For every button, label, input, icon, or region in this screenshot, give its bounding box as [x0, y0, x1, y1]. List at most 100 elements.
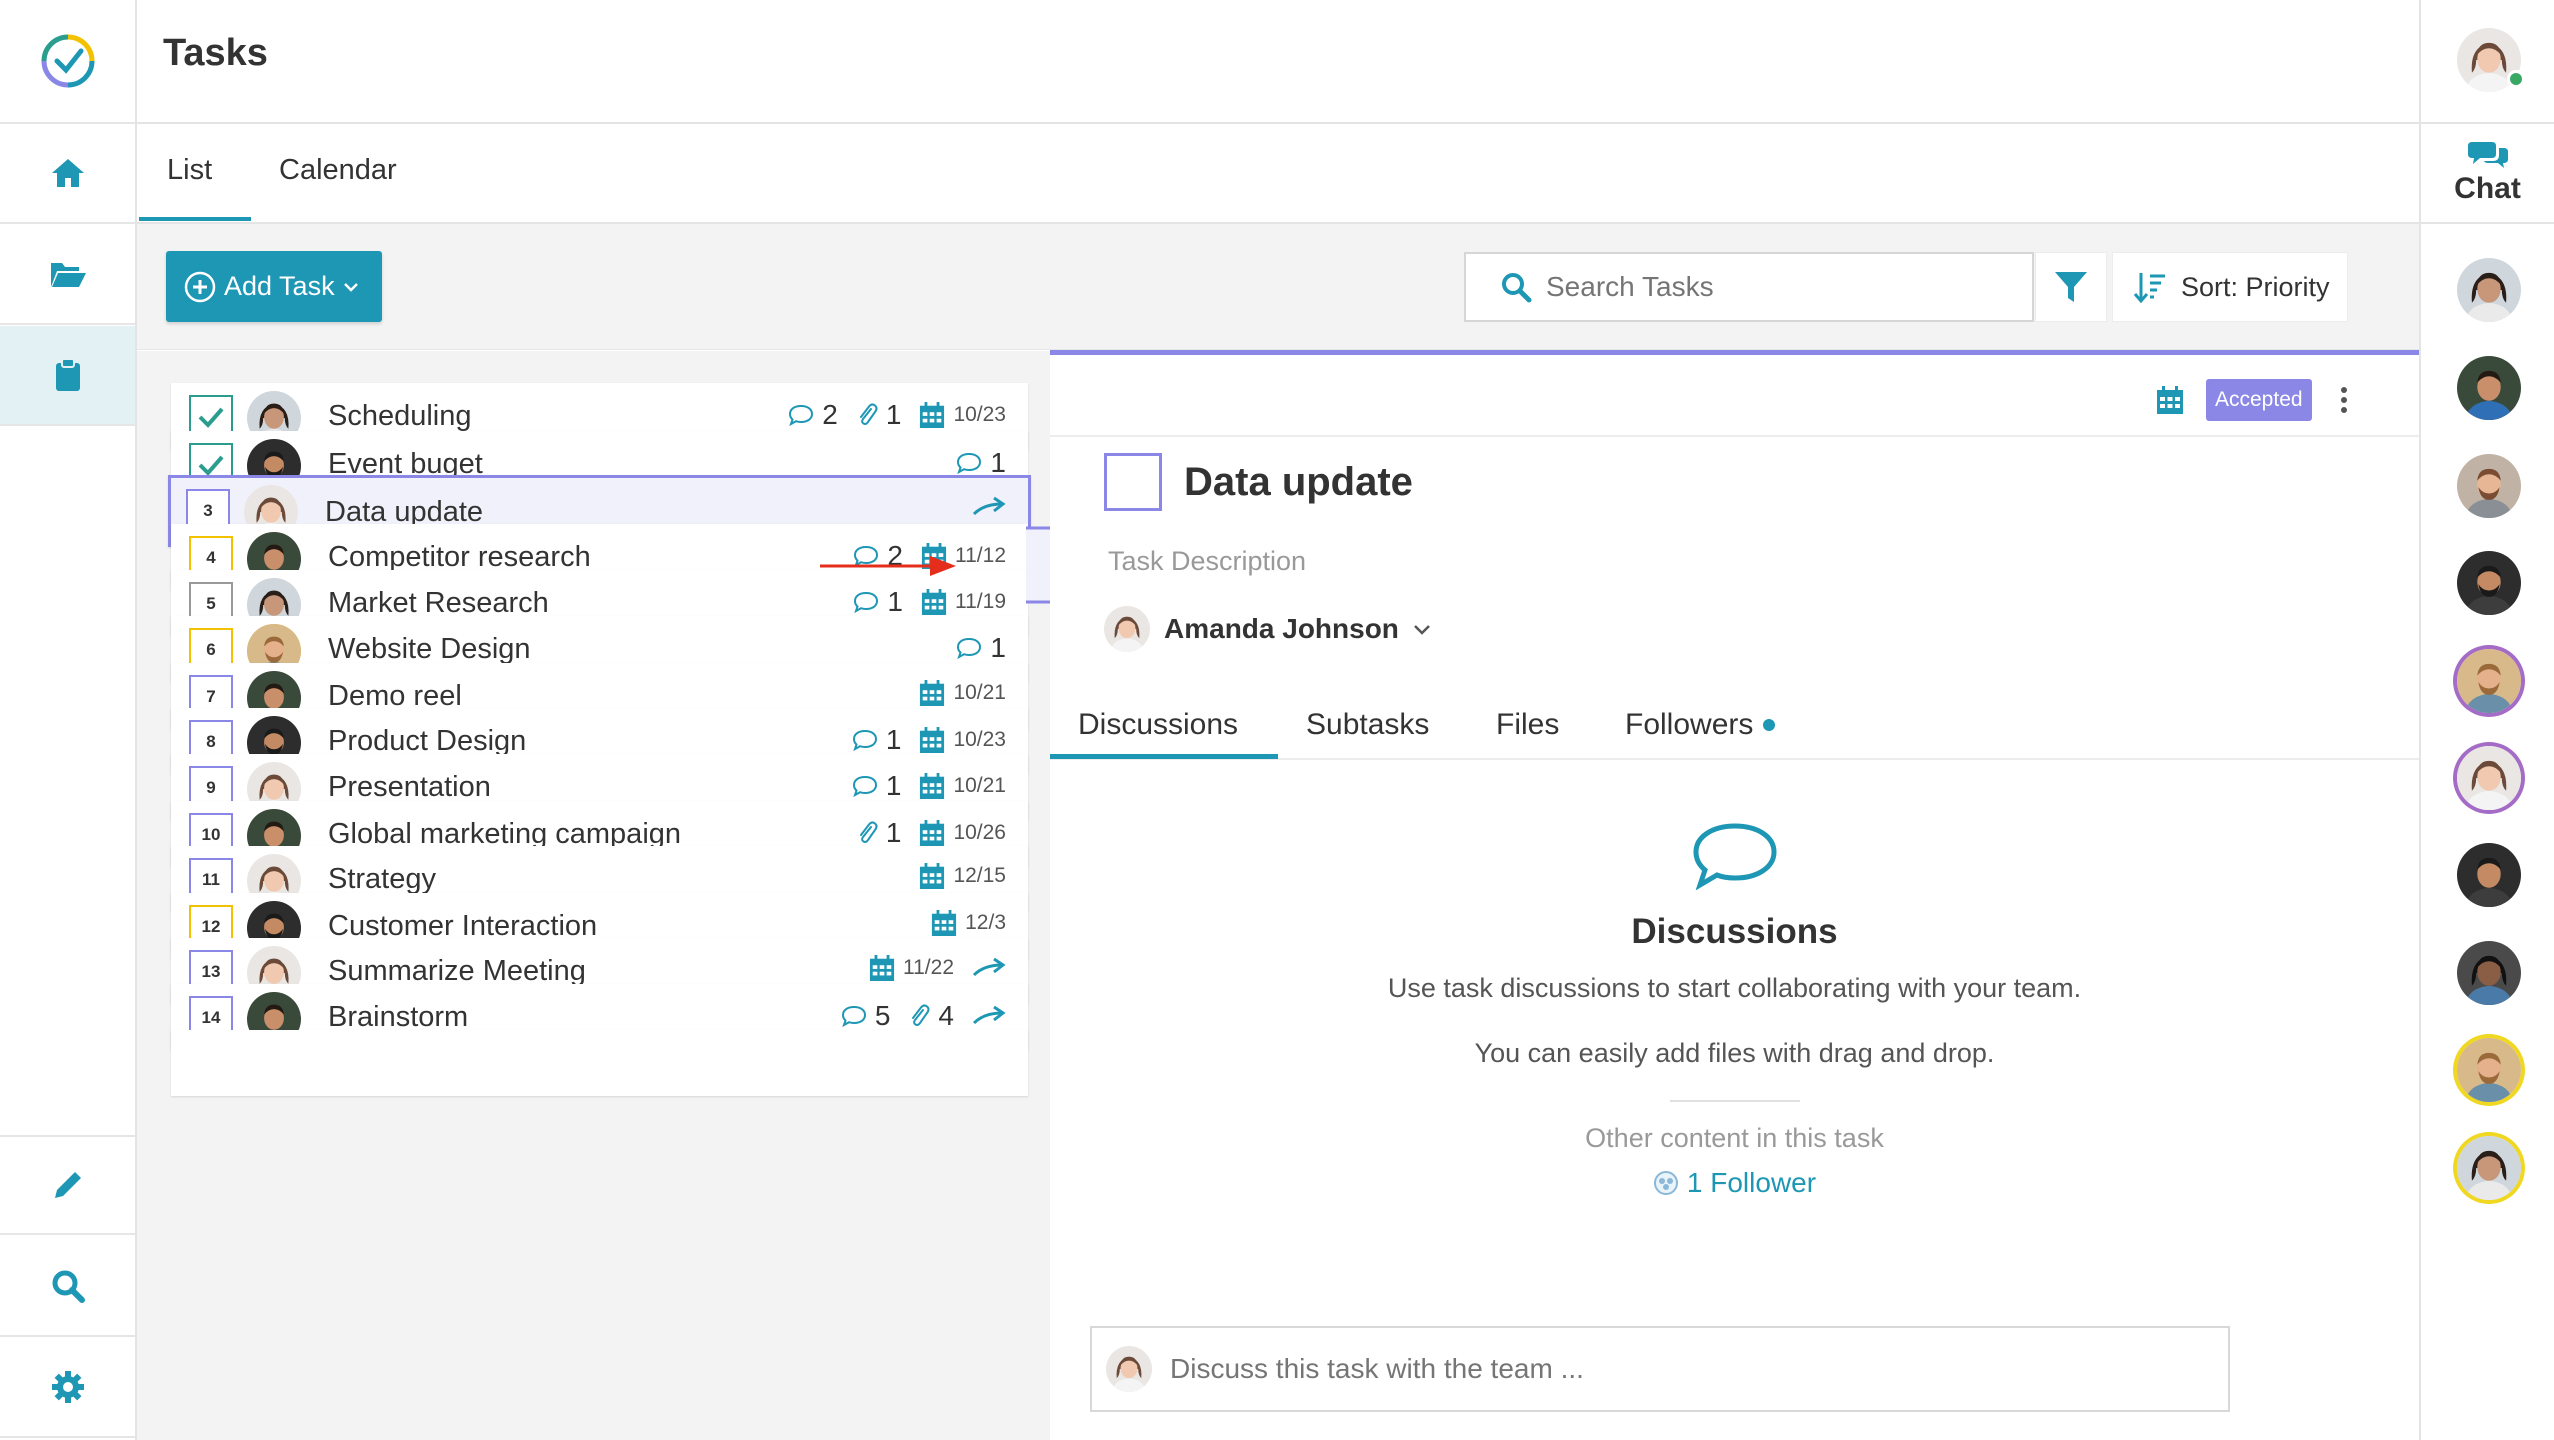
tab-calendar[interactable]: Calendar [279, 154, 397, 187]
task-priority-number: 9 [206, 778, 216, 797]
clipboard-icon [55, 358, 80, 391]
attachment-count[interactable]: 4 [908, 1000, 954, 1032]
nav-projects[interactable] [0, 225, 135, 325]
team-member-avatar[interactable] [2457, 551, 2521, 615]
tab-followers[interactable]: Followers [1625, 708, 1776, 742]
task-complete-checkbox[interactable] [1104, 453, 1162, 511]
task-priority-number: 5 [206, 594, 216, 613]
sort-icon [2133, 273, 2165, 304]
chat-label: Chat [2454, 172, 2521, 205]
comment-count-value: 1 [990, 632, 1006, 663]
tab-followers-label: Followers [1625, 708, 1754, 741]
status-badge[interactable]: Accepted [2206, 379, 2312, 421]
search-input[interactable] [1546, 271, 2006, 303]
app-logo[interactable] [0, 0, 135, 124]
open-task-button[interactable] [972, 496, 1006, 518]
due-date[interactable]: 10/21 [919, 679, 1006, 707]
due-date[interactable]: 10/21 [919, 772, 1006, 800]
chat-button[interactable]: Chat [2421, 124, 2554, 224]
nav-tasks[interactable] [0, 326, 135, 426]
team-member-avatar[interactable] [2457, 1136, 2521, 1200]
assignee-selector[interactable]: Amanda Johnson [1104, 606, 1431, 652]
task-title[interactable]: Data update [1184, 460, 1413, 505]
open-task-button[interactable] [972, 1005, 1006, 1027]
attachment-count-value: 4 [938, 1000, 954, 1031]
comment-count[interactable]: 5 [841, 1000, 890, 1032]
search-icon [52, 1270, 85, 1303]
calendar-icon [921, 589, 947, 615]
sort-button[interactable]: Sort: Priority [2112, 252, 2348, 322]
team-member-avatar[interactable] [2457, 356, 2521, 420]
due-date[interactable]: 10/23 [919, 401, 1006, 429]
open-task-button[interactable] [972, 957, 1006, 979]
tab-files[interactable]: Files [1496, 708, 1559, 742]
comment-count-value: 2 [822, 399, 838, 430]
comment-count[interactable]: 1 [956, 632, 1006, 664]
due-date[interactable]: 12/15 [919, 862, 1006, 890]
task-list: Scheduling 2 1 10/23 Event buget 1 3 Data upd… [137, 351, 1050, 1440]
due-date[interactable]: 10/26 [919, 819, 1006, 847]
due-date[interactable]: 12/3 [931, 909, 1006, 937]
nav-search[interactable] [0, 1237, 135, 1337]
task-priority-number: 6 [206, 640, 216, 659]
arrow-right-icon [972, 957, 1006, 977]
folder-open-icon [50, 263, 86, 287]
empty-state-line2: You can easily add files with drag and d… [1474, 1038, 1995, 1068]
avatar [1106, 1346, 1152, 1392]
attachment-count-value: 1 [885, 399, 902, 430]
team-member-avatar[interactable] [2457, 1038, 2521, 1102]
due-date[interactable]: 10/23 [919, 726, 1006, 754]
comment-count[interactable]: 1 [852, 724, 901, 756]
calendar-icon [920, 727, 945, 753]
calendar-icon [869, 955, 895, 981]
team-member-avatar[interactable] [2457, 649, 2521, 713]
toolbar: Add Task Sort: Priority [137, 224, 2419, 350]
due-date[interactable]: 11/22 [869, 954, 954, 982]
add-task-button[interactable]: Add Task [166, 251, 382, 322]
app-logo-icon [41, 34, 94, 88]
nav-edit[interactable] [0, 1135, 135, 1235]
attachment-count[interactable]: 1 [856, 399, 902, 431]
comment-count[interactable]: 2 [788, 399, 838, 431]
search-box [1464, 252, 2034, 322]
team-member-avatar[interactable] [2457, 941, 2521, 1005]
task-description-field[interactable]: Task Description [1108, 546, 1306, 577]
task-meta: 10/21 [919, 679, 1006, 707]
chevron-down-icon [1414, 624, 1430, 635]
filter-button[interactable] [2035, 252, 2107, 322]
team-member-avatar[interactable] [2457, 258, 2521, 322]
task-meta: 1 10/21 [852, 770, 1006, 802]
divider [1669, 1100, 1800, 1102]
due-date-value: 10/26 [953, 821, 1006, 844]
calendar-icon[interactable] [2156, 385, 2184, 415]
tab-discussions[interactable]: Discussions [1078, 708, 1238, 742]
online-status-dot [2507, 70, 2525, 88]
current-user[interactable] [2421, 0, 2554, 124]
comment-count-value: 1 [885, 770, 902, 801]
due-date[interactable]: 11/19 [921, 588, 1006, 616]
team-member-avatar[interactable] [2457, 746, 2521, 810]
more-options-icon[interactable] [2340, 383, 2348, 417]
checkmark-icon [198, 455, 224, 476]
tab-subtasks[interactable]: Subtasks [1306, 708, 1429, 742]
nav-settings[interactable] [0, 1338, 135, 1438]
team-member-avatar[interactable] [2457, 843, 2521, 907]
due-date-value: 11/19 [955, 590, 1006, 613]
comment-count[interactable]: 1 [852, 770, 902, 802]
followers-icon [1653, 1171, 1678, 1195]
tab-list[interactable]: List [167, 154, 212, 187]
followers-link[interactable]: 1 Follower [1050, 1167, 2419, 1199]
task-priority-number: 3 [203, 501, 213, 520]
discussions-empty-state: Discussions Use task discussions to star… [1050, 820, 2419, 1199]
task-row[interactable] [171, 1030, 1028, 1096]
comment-count[interactable]: 1 [853, 586, 903, 618]
task-priority-number: 11 [202, 870, 220, 889]
comment-input[interactable] [1170, 1353, 2170, 1385]
team-member-avatar[interactable] [2457, 454, 2521, 518]
due-date-value: 12/15 [953, 864, 1006, 887]
followers-dot [1763, 719, 1776, 731]
comment-icon [852, 729, 877, 751]
attachment-count[interactable]: 1 [856, 817, 901, 849]
nav-home[interactable] [0, 124, 135, 224]
comment-icon [957, 637, 982, 659]
